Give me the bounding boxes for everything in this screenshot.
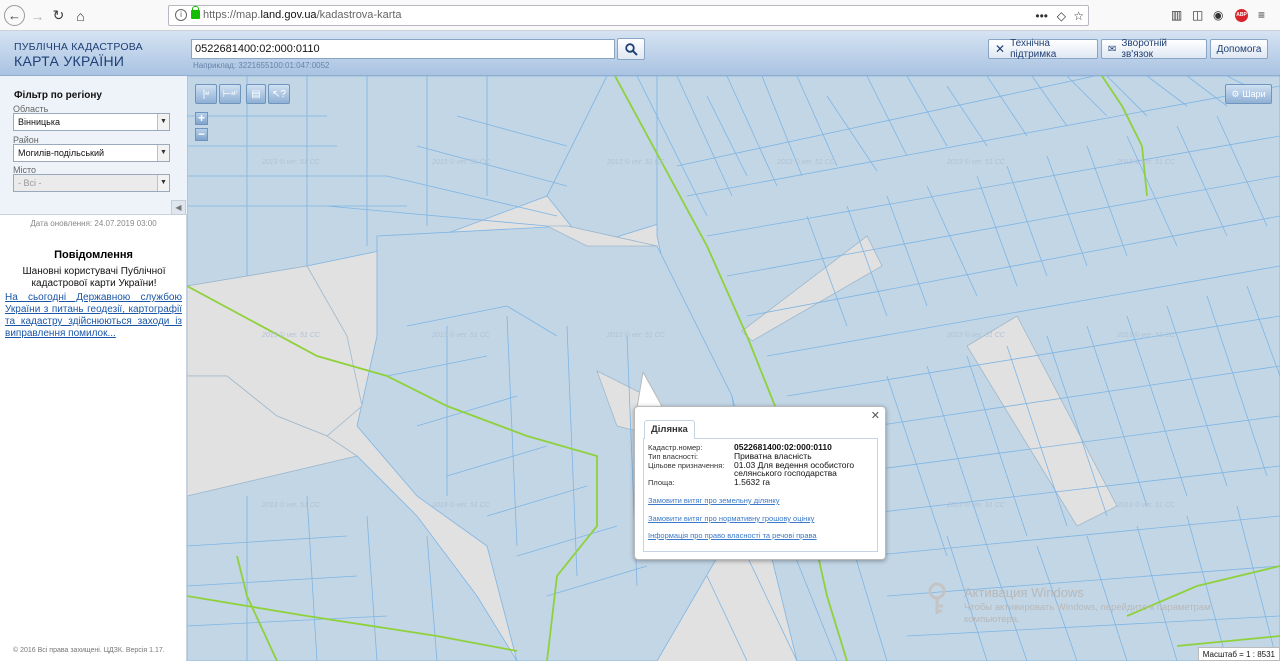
map-watermark: 2013 © ver. 51 СС [607,332,665,339]
popup-pointer [636,372,663,409]
menu-icon[interactable]: ≡ [1258,8,1265,22]
city-select[interactable]: - Всі - ▼ [13,174,170,192]
sidebar: Фільтр по регіону Область Вінницька ▼ Рай… [0,76,187,661]
map-watermark: 2013 © ver. 51 СС [777,159,835,166]
search-icon [624,42,638,56]
collapse-sidebar-button[interactable]: ◀ [171,200,186,215]
forward-button[interactable]: → [27,5,48,26]
sidebar-icon[interactable]: ◫ [1192,8,1203,22]
more-icon[interactable]: ••• [1035,9,1048,23]
zoom-out-button[interactable]: − [195,128,208,141]
print-button[interactable]: ▤ [246,84,266,104]
logo-line2: КАРТА УКРАЇНИ [14,53,125,69]
chevron-down-icon: ▼ [157,145,169,161]
info-icon[interactable]: i [175,9,187,21]
update-date: Дата оновлення: 24.07.2019 03:00 [30,219,157,228]
back-button[interactable]: ← [4,5,25,26]
close-icon[interactable]: ✕ [871,409,880,422]
parcel-details: Кадастр.номер: 0522681400:02:000:0110 Тип… [643,438,878,552]
raion-select[interactable]: Могилів-подільський ▼ [13,144,170,162]
map-watermark: 2013 © ver. 51 СС [947,332,1005,339]
identify-button[interactable]: ↖? [268,84,290,104]
map-watermark: 2013 © ver. 51 СС [262,159,320,166]
copyright: © 2016 Всі права захищені. ЦДЗК. Версія … [13,647,165,654]
printer-icon: ▤ [251,88,261,100]
measure-area-button[interactable]: ⊢ м² [219,84,241,104]
map-watermark: 2013 © ver. 51 СС [432,502,490,509]
activation-text: Чтобы активировать Windows, перейдите к … [964,602,1211,625]
map-watermark: 2013 © ver. 51 СС [947,502,1005,509]
home-button[interactable]: ⌂ [70,5,91,26]
envelope-icon: ✉ [1108,43,1117,55]
filter-title: Фільтр по регіону [14,90,102,101]
search-input[interactable]: 0522681400:02:000:0110 [191,39,615,59]
search-button[interactable] [617,38,645,60]
key-icon [928,582,946,614]
account-icon[interactable]: ◉ [1213,8,1223,22]
activation-title: Активация Windows [964,585,1084,600]
feedback-button[interactable]: ✉ Зворотній зв'язок [1101,38,1207,60]
tools-icon: ✕ [995,42,1006,56]
map-watermark: 2013 © ver. 51 СС [262,502,320,509]
url-bar[interactable]: i https://map.land.gov.ua/kadastrova-kar… [168,5,1089,26]
pocket-icon[interactable]: ◇ [1057,9,1066,23]
message-title: Повідомлення [54,249,133,261]
chevron-down-icon: ▼ [157,114,169,130]
url-text: https://map.land.gov.ua/kadastrova-karta [203,9,402,21]
tab-parcel[interactable]: Ділянка [644,420,695,439]
message-link[interactable]: На сьогодні Державною службою України з … [5,292,182,340]
map-watermark: 2013 © ver. 51 СС [1117,332,1175,339]
adblock-icon[interactable]: ABP [1235,9,1248,22]
map-watermark: 2013 © ver. 51 СС [432,332,490,339]
message-body: Шановні користувачі Публічної кадастрово… [22,266,166,289]
map-watermark: 2013 © ver. 51 СС [432,159,490,166]
bookmark-star-icon[interactable]: ☆ [1073,9,1084,23]
map-watermark: 2013 © ver. 51 СС [1117,502,1175,509]
map-watermark: 2013 © ver. 51 СС [947,159,1005,166]
lock-icon [191,6,200,19]
help-button[interactable]: Допомога [1210,39,1268,59]
app-header: ПУБЛІЧНА КАДАСТРОВА КАРТА УКРАЇНИ 052268… [0,31,1280,76]
cadastral-map[interactable]: 2013 © ver. 51 СС 2013 © ver. 51 СС 2013… [187,76,1280,661]
region-filter: Фільтр по регіону Область Вінницька ▼ Рай… [0,76,187,215]
layers-button[interactable]: ⚙ Шари [1225,84,1272,104]
zoom-in-button[interactable]: + [195,112,208,125]
oblast-select[interactable]: Вінницька ▼ [13,113,170,131]
ownership-info-link[interactable]: Інформація про право власності та речові… [648,531,817,540]
search-hint: Наприклад: 3221655100:01:047:0052 [193,61,330,70]
library-icon[interactable]: ▥ [1171,8,1182,22]
browser-toolbar: ← → ↻ ⌂ i https://map.land.gov.ua/kadast… [0,0,1280,31]
map-watermark: 2013 © ver. 51 СС [1117,159,1175,166]
parcel-popup: ✕ Ділянка Кадастр.номер: 0522681400:02:00… [634,406,886,560]
support-button[interactable]: ✕ Технічна підтримка [988,38,1098,60]
reload-button[interactable]: ↻ [48,5,69,26]
measure-distance-button[interactable]: | м [195,84,217,104]
scale-indicator: Масштаб = 1 : 8531 [1197,647,1280,661]
map-watermark: 2013 © ver. 51 СС [607,159,665,166]
logo-line1: ПУБЛІЧНА КАДАСТРОВА [14,41,143,53]
order-extract-link[interactable]: Замовити витяг про земельну ділянку [648,496,780,505]
chevron-down-icon: ▼ [157,175,169,191]
gear-icon: ⚙ [1231,88,1240,99]
cursor-help-icon: ↖? [272,88,286,100]
map-watermark: 2013 © ver. 51 СС [262,332,320,339]
order-valuation-link[interactable]: Замовити витяг про нормативну грошову оц… [648,514,814,523]
area-icon: ⊢ [222,88,232,100]
